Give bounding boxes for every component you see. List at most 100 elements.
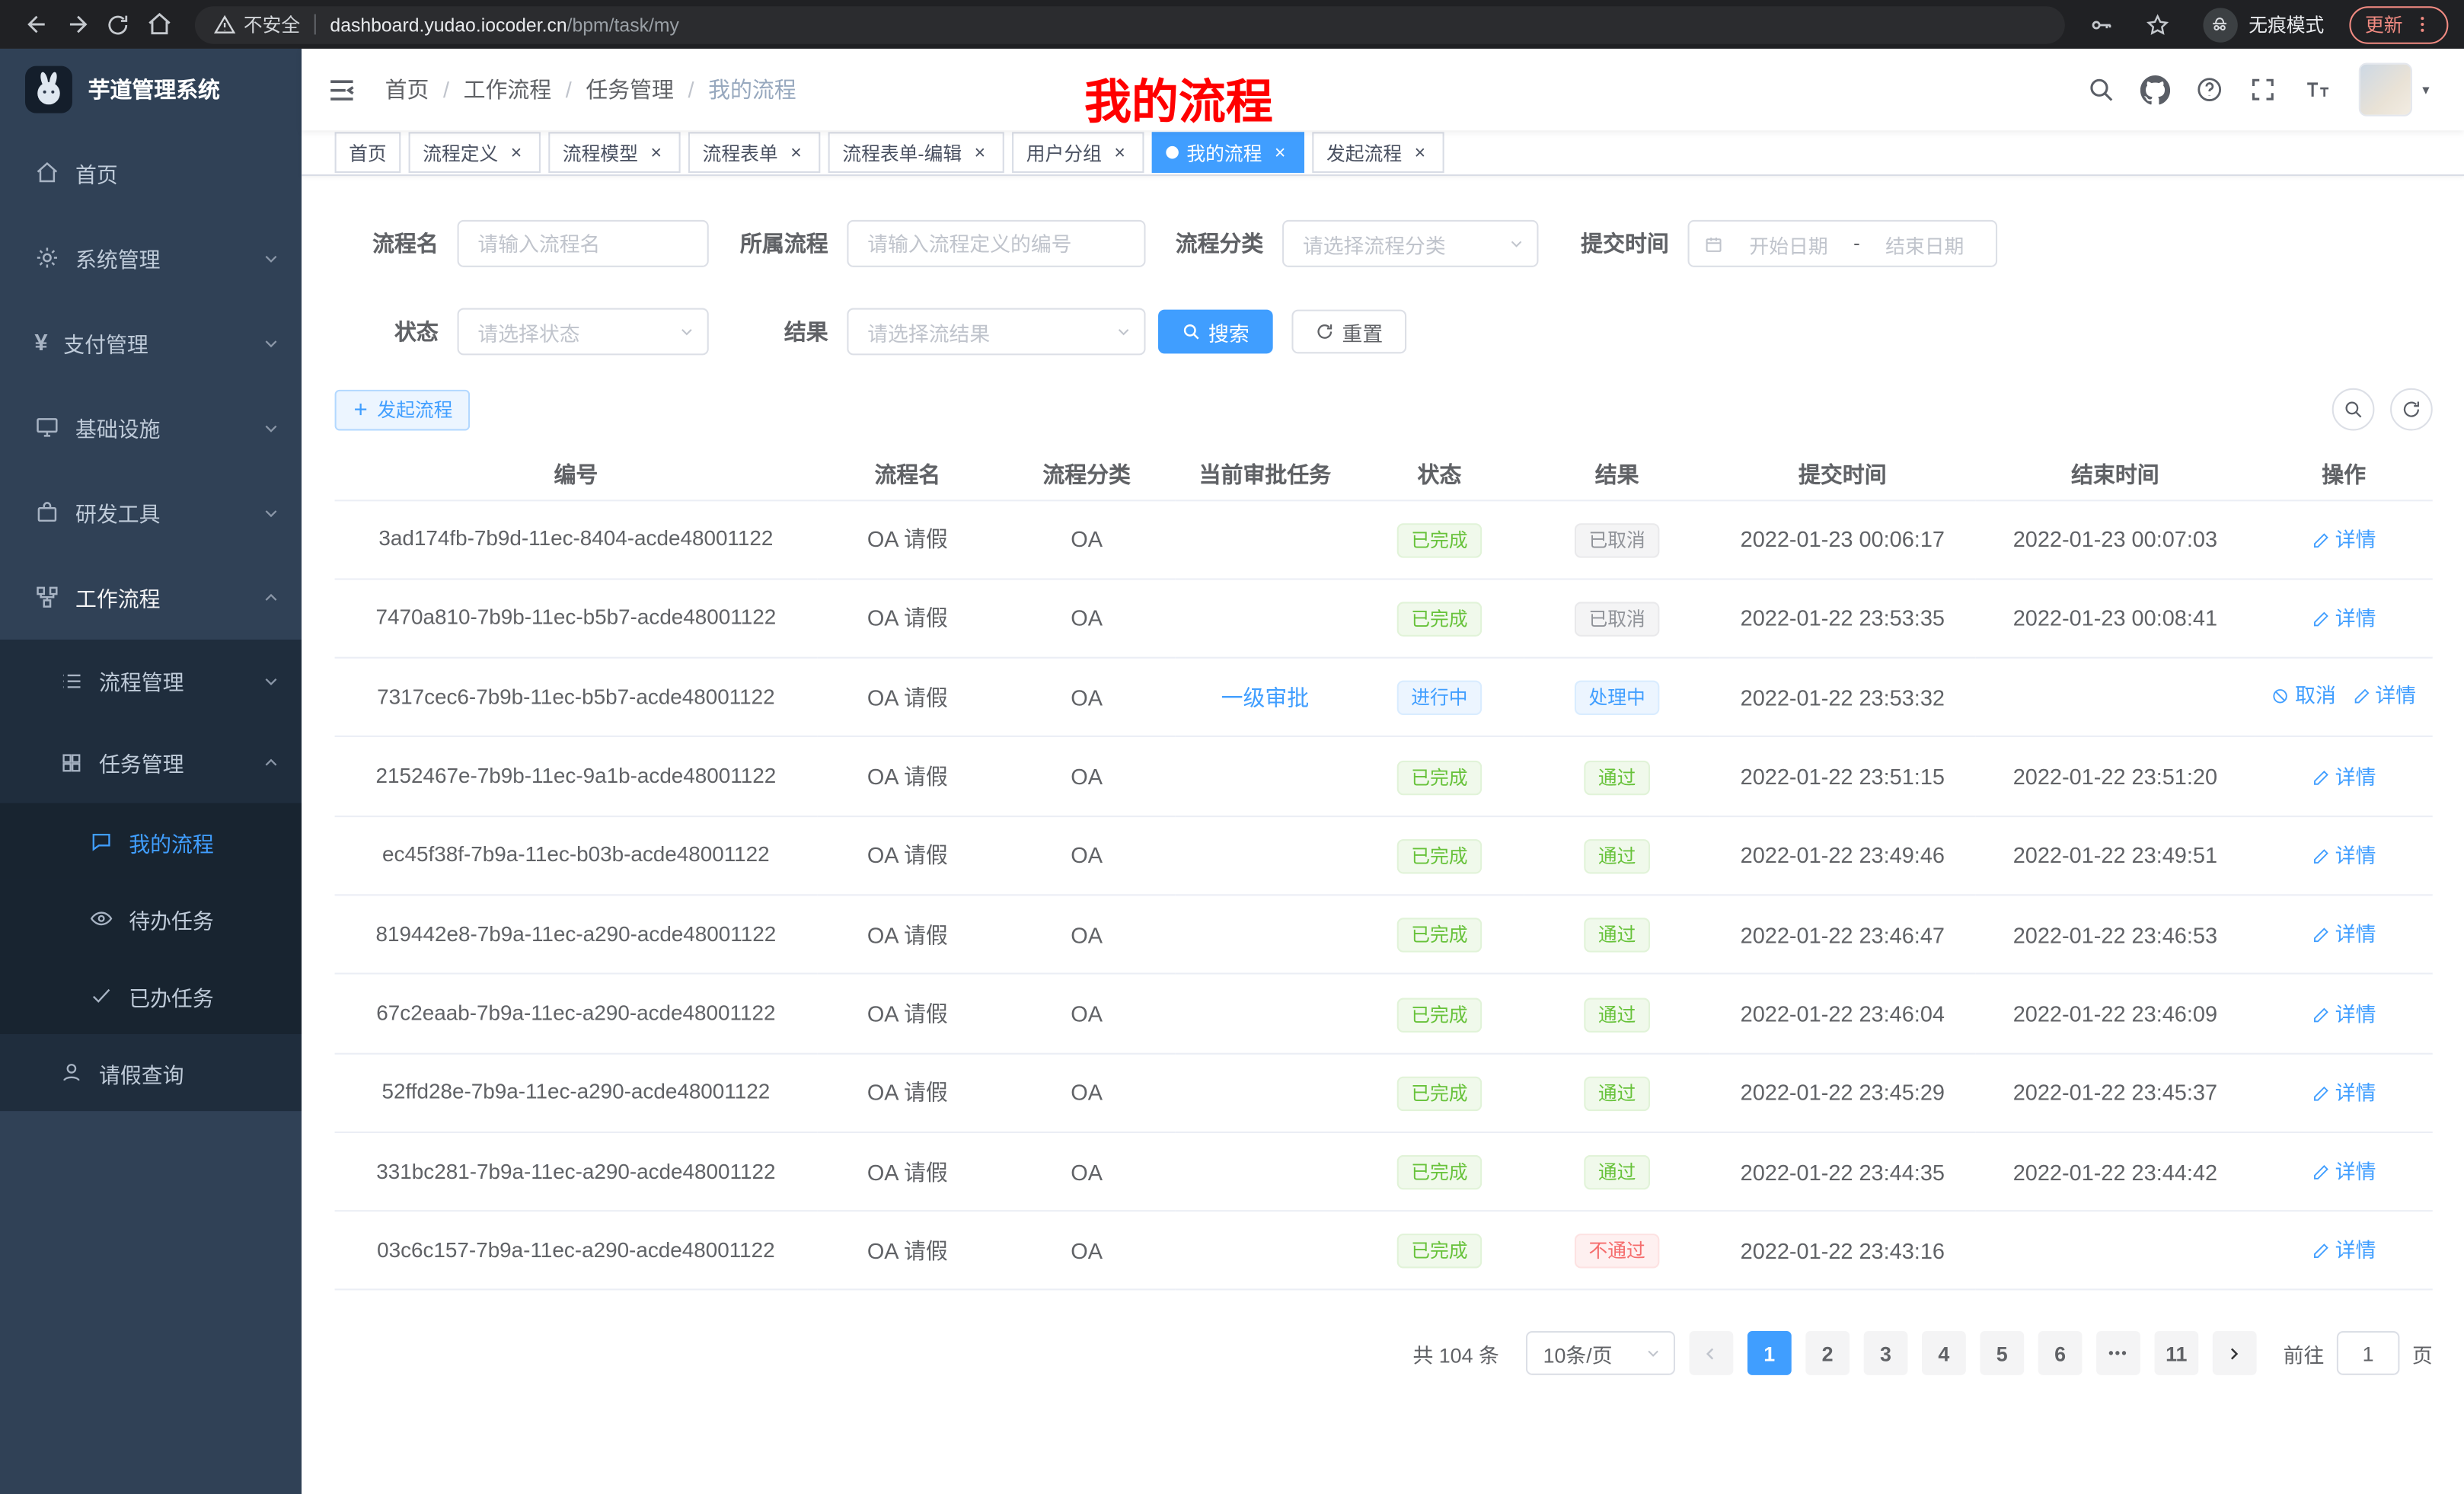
reset-button[interactable]: 重置 [1291, 310, 1406, 354]
process-def-input[interactable] [847, 220, 1145, 267]
browser-reload-icon[interactable] [97, 4, 139, 45]
start-process-button[interactable]: 发起流程 [335, 389, 471, 430]
sidebar-item-workflow[interactable]: 工作流程 [0, 555, 302, 640]
tab-close-icon[interactable]: × [1409, 142, 1430, 163]
monitor-icon [34, 415, 59, 440]
detail-link[interactable]: 详情 [2312, 1076, 2376, 1110]
start-date-placeholder[interactable]: 开始日期 [1732, 228, 1845, 258]
detail-link[interactable]: 详情 [2312, 1234, 2376, 1269]
col-status: 状态 [1355, 449, 1524, 500]
refresh-table-icon[interactable] [2390, 388, 2433, 431]
current-task-link[interactable]: 一级审批 [1221, 681, 1310, 715]
sidebar-item-leave-query[interactable]: 请假查询 [0, 1034, 302, 1111]
page-button-6[interactable]: 6 [2038, 1332, 2083, 1376]
page-button-1[interactable]: 1 [1747, 1332, 1792, 1376]
status-select[interactable]: 请选择状态 [458, 308, 709, 356]
breadcrumb-task-management[interactable]: 任务管理 [586, 74, 674, 105]
detail-link[interactable]: 详情 [2312, 760, 2376, 794]
chevron-down-icon [263, 503, 280, 521]
tab-start-process[interactable]: 发起流程× [1312, 132, 1444, 173]
page-button-3[interactable]: 3 [1864, 1332, 1908, 1376]
breadcrumb-workflow[interactable]: 工作流程 [464, 74, 552, 105]
end-date-placeholder[interactable]: 结束日期 [1868, 228, 1981, 258]
tab-close-icon[interactable]: × [506, 142, 527, 163]
help-icon[interactable] [2196, 75, 2224, 104]
sidebar-item-home[interactable]: 首页 [0, 130, 302, 215]
result-label: 结果 [709, 316, 847, 347]
browser-home-icon[interactable] [139, 4, 180, 45]
github-icon[interactable] [2141, 75, 2171, 104]
search-icon[interactable] [2088, 75, 2116, 104]
page-button-11[interactable]: 11 [2154, 1332, 2198, 1376]
sidebar-collapse-icon[interactable] [327, 75, 356, 104]
page-button-2[interactable]: 2 [1805, 1332, 1850, 1376]
chevron-down-icon [263, 249, 280, 267]
breadcrumb-home[interactable]: 首页 [385, 74, 429, 105]
bookmark-star-icon[interactable] [2137, 4, 2178, 45]
more-pages-icon[interactable]: ••• [2096, 1332, 2140, 1376]
page-button-5[interactable]: 5 [1980, 1332, 2024, 1376]
process-def-label: 所属流程 [709, 228, 847, 259]
detail-link[interactable]: 详情 [2312, 839, 2376, 873]
sidebar-item-devtools[interactable]: 研发工具 [0, 470, 302, 554]
detail-link[interactable]: 详情 [2312, 998, 2376, 1032]
status-tag: 已完成 [1397, 998, 1482, 1032]
prev-page-button[interactable] [1690, 1332, 1734, 1376]
detail-link[interactable]: 详情 [2312, 602, 2376, 637]
tab-close-icon[interactable]: × [786, 142, 806, 163]
jump-page-input[interactable] [2337, 1332, 2400, 1376]
kebab-menu-icon[interactable] [2412, 14, 2433, 35]
browser-forward-icon[interactable] [56, 4, 97, 45]
sidebar-item-todo-tasks[interactable]: 待办任务 [0, 880, 302, 957]
submit-time-range-picker[interactable]: 开始日期 - 结束日期 [1688, 220, 1998, 267]
page-size-select[interactable]: 10条/页 [1526, 1332, 1675, 1376]
font-size-icon[interactable] [2303, 75, 2334, 104]
tab-user-group[interactable]: 用户分组× [1012, 132, 1144, 173]
cell-submit-time: 2022-01-23 00:06:17 [1709, 500, 1975, 579]
avatar[interactable] [2360, 63, 2413, 117]
logo[interactable]: 芋道管理系统 [0, 49, 302, 130]
process-table: 编号 流程名 流程分类 当前审批任务 状态 结果 提交时间 结束时间 操作 [335, 449, 2433, 1291]
password-key-icon[interactable] [2080, 4, 2121, 45]
tab-close-icon[interactable]: × [969, 142, 990, 163]
sidebar-item-task-management[interactable]: 任务管理 [0, 721, 302, 803]
result-tag: 通过 [1584, 1155, 1650, 1189]
tab-my-process[interactable]: 我的流程× [1152, 132, 1304, 173]
sidebar-item-done-tasks[interactable]: 已办任务 [0, 957, 302, 1034]
search-button[interactable]: 搜索 [1158, 310, 1273, 354]
sidebar-item-process-management[interactable]: 流程管理 [0, 640, 302, 721]
tab-close-icon[interactable]: × [646, 142, 666, 163]
sidebar-item-system[interactable]: 系统管理 [0, 215, 302, 300]
rabbit-logo-icon [25, 66, 72, 113]
tab-process-model[interactable]: 流程模型× [548, 132, 680, 173]
tab-close-icon[interactable]: × [1109, 142, 1130, 163]
tab-process-form[interactable]: 流程表单× [688, 132, 820, 173]
tab-process-definition[interactable]: 流程定义× [409, 132, 541, 173]
sidebar-item-infrastructure[interactable]: 基础设施 [0, 385, 302, 470]
sidebar-item-payment[interactable]: ¥ 支付管理 [0, 300, 302, 385]
page-button-4[interactable]: 4 [1922, 1332, 1966, 1376]
chevron-down-icon [263, 672, 280, 689]
show-search-toggle-icon[interactable] [2332, 388, 2375, 431]
detail-link[interactable]: 详情 [2312, 523, 2376, 557]
detail-link[interactable]: 详情 [2351, 679, 2416, 713]
cancel-link[interactable]: 取消 [2271, 679, 2336, 713]
tab-home[interactable]: 首页 [335, 132, 401, 173]
sidebar-item-my-process[interactable]: 我的流程 [0, 803, 302, 880]
browser-back-icon[interactable] [16, 4, 57, 45]
browser-update-button[interactable]: 更新 [2349, 5, 2448, 43]
detail-link[interactable]: 详情 [2312, 918, 2376, 953]
next-page-button[interactable] [2213, 1332, 2257, 1376]
breadcrumb: 首页 / 工作流程 / 任务管理 / 我的流程 [385, 74, 796, 105]
tab-process-form-edit[interactable]: 流程表单-编辑× [828, 132, 1004, 173]
process-name-input[interactable] [458, 220, 709, 267]
category-select[interactable]: 请选择流程分类 [1282, 220, 1538, 267]
fullscreen-icon[interactable] [2249, 75, 2277, 104]
detail-link[interactable]: 详情 [2312, 1155, 2376, 1189]
tab-close-icon[interactable]: × [1270, 142, 1291, 163]
url-bar[interactable]: 不安全 dashboard.yudao.iocoder.cn/bpm/task/… [195, 5, 2065, 43]
table-row: 2152467e-7b9b-11ec-9a1b-acde48001122 OA … [335, 737, 2433, 816]
result-select[interactable]: 请选择流结果 [847, 308, 1145, 356]
user-menu[interactable]: ▾ [2360, 63, 2430, 117]
screen: 不安全 dashboard.yudao.iocoder.cn/bpm/task/… [0, 0, 2464, 1494]
